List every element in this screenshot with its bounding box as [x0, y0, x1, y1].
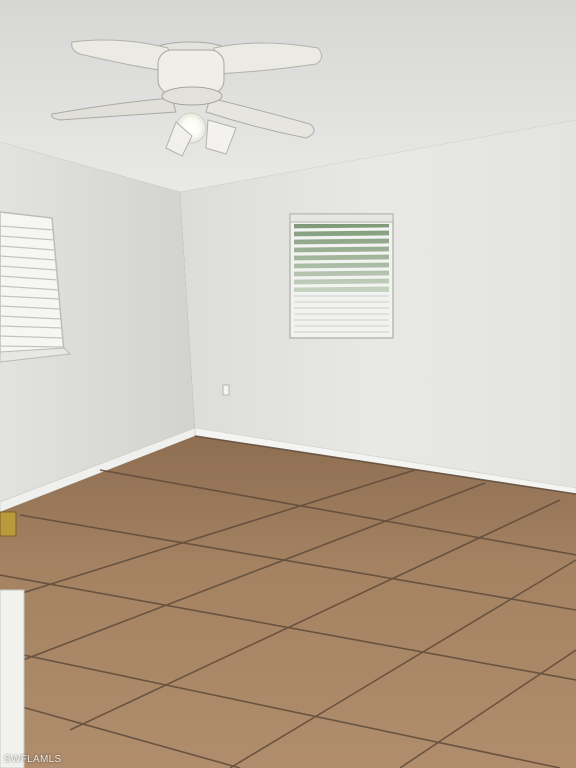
watermark-text: SWFLAMLS [4, 754, 62, 765]
back-window [289, 213, 394, 339]
tile-floor [0, 436, 576, 768]
door-frame-edge [0, 589, 25, 768]
door-hinge [0, 511, 17, 537]
room-photo [0, 0, 576, 768]
wall-outlet [222, 384, 230, 396]
